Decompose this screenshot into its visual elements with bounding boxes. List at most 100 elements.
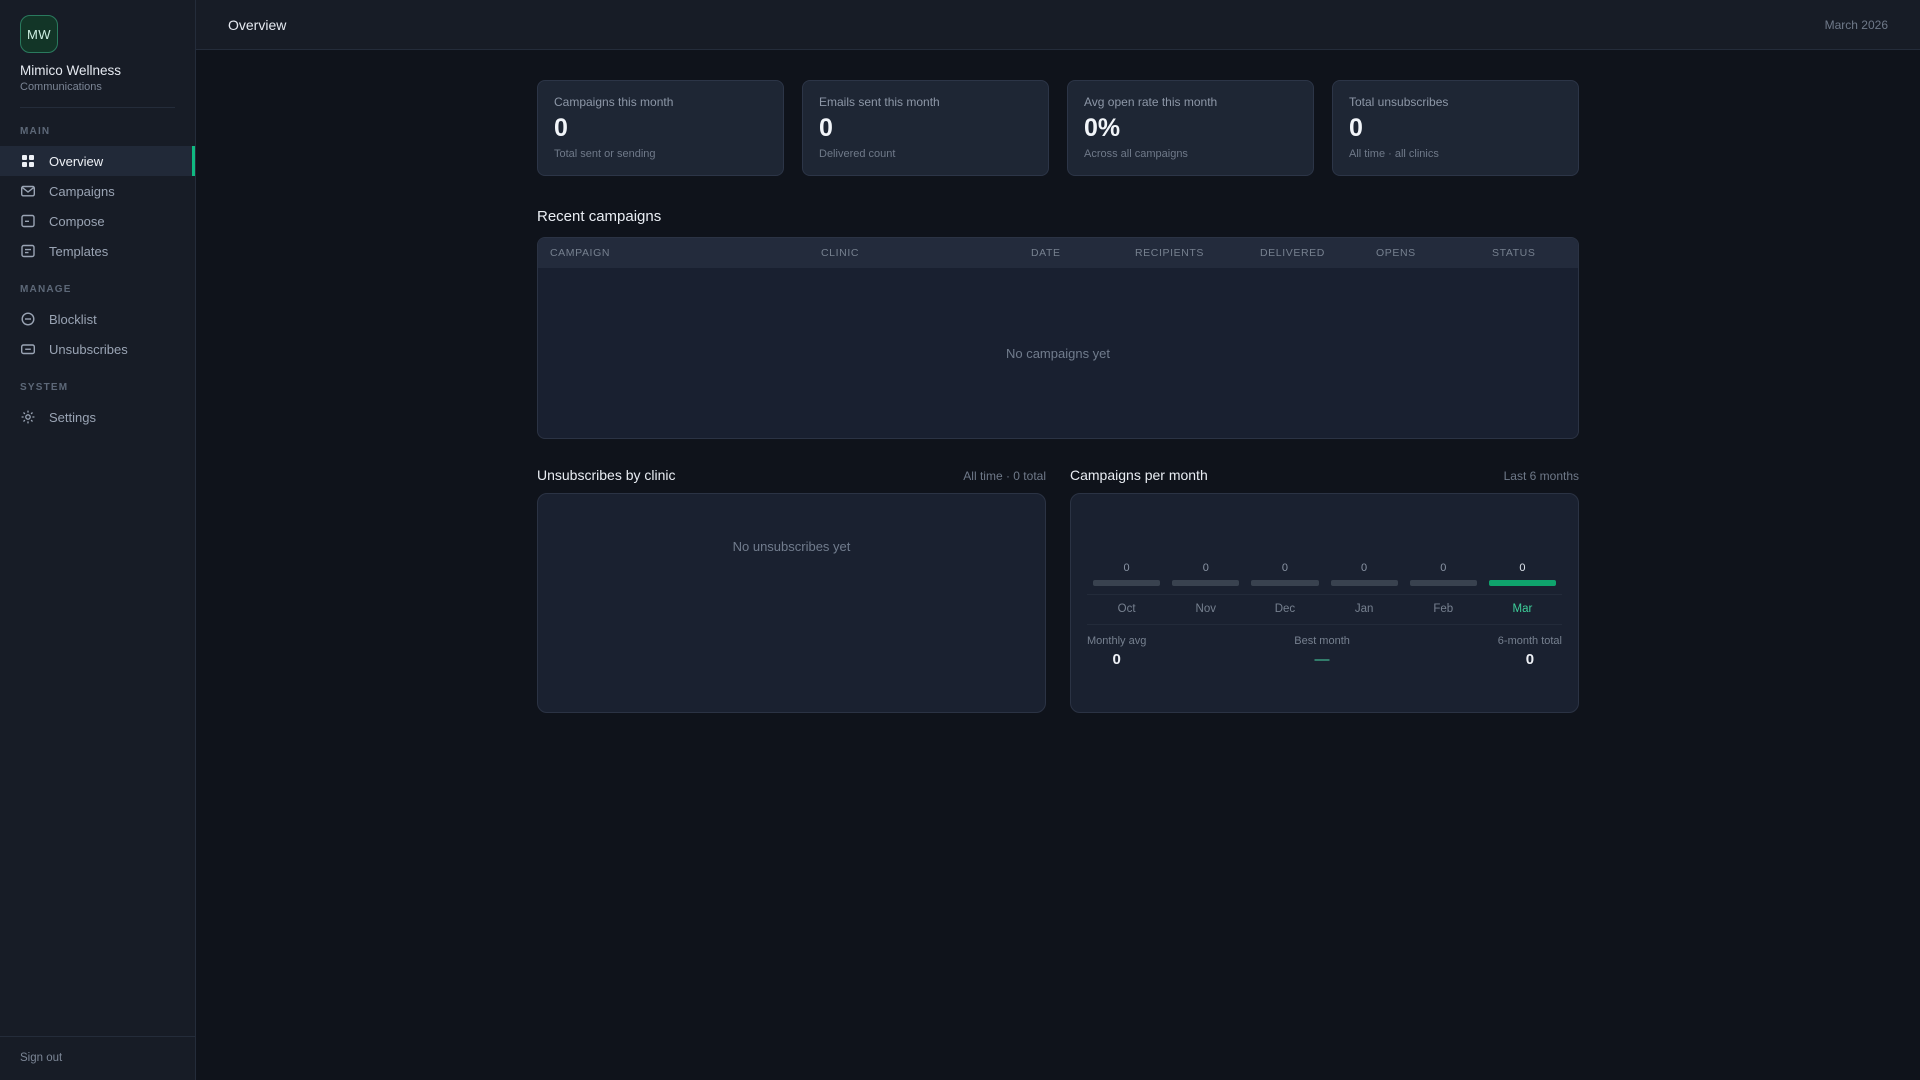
column-header-opens: OPENS <box>1376 247 1416 259</box>
stat-card-value: 0 <box>1349 114 1363 142</box>
sidebar-item-settings[interactable]: Settings <box>0 402 195 432</box>
empty-unsubscribes-text: No unsubscribes yet <box>732 539 851 554</box>
stat-card-label: Emails sent this month <box>819 95 940 109</box>
chart-footer-stat-label: 6-month total <box>1497 635 1562 647</box>
stat-card-sublabel: All time · all clinics <box>1349 148 1439 160</box>
sidebar-item-overview[interactable]: Overview <box>0 146 195 176</box>
sidebar-item-label: Templates <box>49 243 109 259</box>
chart-footer-stat-value: 0 <box>1112 651 1121 668</box>
campaigns-per-month-chart: 0 0 0 0 0 0 Oct Nov Dec Jan Feb Mar Monthly avg 0 Be… <box>1070 493 1579 713</box>
recent-campaigns-table: CAMPAIGN CLINIC DATE RECIPIENTS DELIVERED OPE… <box>537 237 1579 439</box>
stat-card: Emails sent this month 0 Delivered count <box>802 80 1049 176</box>
month-label: Mar <box>1512 603 1533 615</box>
bar-value-label: 0 <box>1281 562 1288 574</box>
chart-bar-column: 0 <box>1325 562 1404 586</box>
org-header: MW Mimico Wellness Communications <box>0 0 195 108</box>
stat-card: Total unsubscribes 0 All time · all clinic… <box>1332 80 1579 176</box>
bar <box>1172 580 1240 586</box>
period-label: March 2026 <box>1824 17 1888 32</box>
unsubscribes-section: Unsubscribes by clinic All time · 0 tota… <box>537 467 1046 713</box>
chart-footer-stat: 6-month total 0 <box>1498 635 1562 668</box>
stat-card: Avg open rate this month 0% Across all cam… <box>1067 80 1314 176</box>
unsubscribes-panel-meta: All time · 0 total <box>963 469 1046 483</box>
stats-cards-row: Campaigns this month 0 Total sent or sendi… <box>537 80 1579 176</box>
mail-icon <box>20 183 36 199</box>
recent-campaigns-title: Recent campaigns <box>537 208 662 225</box>
bar <box>1330 580 1398 586</box>
org-subtitle: Communications <box>20 81 102 93</box>
sidebar-item-unsubscribes[interactable]: Unsubscribes <box>0 334 195 364</box>
stat-card-value: 0 <box>554 114 568 142</box>
bar <box>1093 580 1161 586</box>
column-header-delivered: DELIVERED <box>1260 247 1325 259</box>
active-indicator <box>192 146 195 176</box>
month-label: Nov <box>1195 603 1216 615</box>
campaigns-chart-section: Campaigns per month Last 6 months 000000… <box>1070 467 1579 713</box>
sidebar: MW Mimico Wellness Communications MAIN Ov… <box>0 0 196 1080</box>
bar <box>1251 580 1319 586</box>
bar-value-label: 0 <box>1202 562 1209 574</box>
bar-value-label: 0 <box>1361 562 1368 574</box>
block-icon <box>20 311 36 327</box>
unsubscribes-panel-title: Unsubscribes by clinic <box>537 467 676 483</box>
column-header-recipients: RECIPIENTS <box>1135 247 1205 259</box>
table-empty-state: No campaigns yet <box>538 268 1578 438</box>
settings-icon <box>20 409 36 425</box>
column-header-campaign: CAMPAIGN <box>550 247 611 259</box>
org-name: Mimico Wellness <box>20 63 122 78</box>
month-label: Dec <box>1274 603 1296 615</box>
sign-out-link[interactable]: Sign out <box>20 1052 62 1064</box>
chart-footer-stat-label: Monthly avg <box>1087 635 1147 647</box>
month-label: Feb <box>1433 603 1454 615</box>
sidebar-item-blocklist[interactable]: Blocklist <box>0 304 195 334</box>
compose-icon <box>20 213 36 229</box>
column-header-date: DATE <box>1031 247 1061 259</box>
sidebar-item-label: Settings <box>49 409 96 425</box>
sidebar-footer: Sign out <box>0 1036 195 1080</box>
main-area: Overview March 2026 Campaigns this month… <box>196 0 1920 1080</box>
stat-card-value: 0% <box>1084 114 1121 142</box>
stat-card-sublabel: Delivered count <box>819 148 896 160</box>
bar-value-label: 0 <box>1123 562 1130 574</box>
chart-bar-column: 0 <box>1404 562 1483 586</box>
stat-card-value: 0 <box>819 114 833 142</box>
stat-card-label: Total unsubscribes <box>1349 95 1449 109</box>
month-label: Oct <box>1117 603 1136 615</box>
chart-bar-column: 0 <box>1087 562 1166 586</box>
bar <box>1488 580 1557 586</box>
stat-card-sublabel: Across all campaigns <box>1084 148 1188 160</box>
chart-footer-stat: Monthly avg 0 <box>1087 635 1146 668</box>
chart-month-labels-row: Oct Nov Dec Jan Feb Mar <box>1087 594 1562 624</box>
unsubscribes-panel: No unsubscribes yet <box>537 493 1046 713</box>
sidebar-item-compose[interactable]: Compose <box>0 206 195 236</box>
table-header-row: CAMPAIGN CLINIC DATE RECIPIENTS DELIVERED OPE… <box>538 238 1578 268</box>
chart-bar-column: 0 <box>1245 562 1324 586</box>
sidebar-item-label: Campaigns <box>49 183 115 199</box>
content-scroll-area[interactable]: Campaigns this month 0 Total sent or sendi… <box>196 50 1920 1080</box>
bar-value-label: 0 <box>1519 562 1526 574</box>
nav-section-label: MAIN <box>20 126 51 137</box>
topbar: Overview March 2026 <box>196 0 1920 50</box>
page-title: Overview <box>228 16 287 33</box>
bar-value-label: 0 <box>1440 562 1447 574</box>
chart-panel-header: Campaigns per month Last 6 months <box>1070 467 1579 483</box>
bar <box>1409 580 1477 586</box>
chart-footer-stat-value: — <box>1314 651 1330 668</box>
unsubscribes-panel-header: Unsubscribes by clinic All time · 0 tota… <box>537 467 1046 483</box>
chart-footer-stat-label: Best month <box>1294 635 1350 647</box>
chart-bars-row: 0 0 0 0 0 0 <box>1087 508 1562 586</box>
chart-footer-stats: Monthly avg 0 Best month — 6-month total 0 <box>1087 624 1562 668</box>
sidebar-item-label: Unsubscribes <box>49 341 128 357</box>
sidebar-item-templates[interactable]: Templates <box>0 236 195 266</box>
month-label: Jan <box>1354 603 1374 615</box>
nav-section-label: MANAGE <box>20 284 72 295</box>
stat-card-label: Avg open rate this month <box>1084 95 1218 109</box>
content-container: Campaigns this month 0 Total sent or sendi… <box>537 50 1579 753</box>
chart-bar-column: 0 <box>1483 562 1562 586</box>
sidebar-item-campaigns[interactable]: Campaigns <box>0 176 195 206</box>
sidebar-item-label: Compose <box>49 213 105 229</box>
chart-footer-stat-value: 0 <box>1525 651 1535 668</box>
chart-footer-stat: Best month — <box>1294 635 1350 668</box>
app-root: MW Mimico Wellness Communications MAIN Ov… <box>0 0 1920 1080</box>
column-header-clinic: CLINIC <box>821 247 860 259</box>
